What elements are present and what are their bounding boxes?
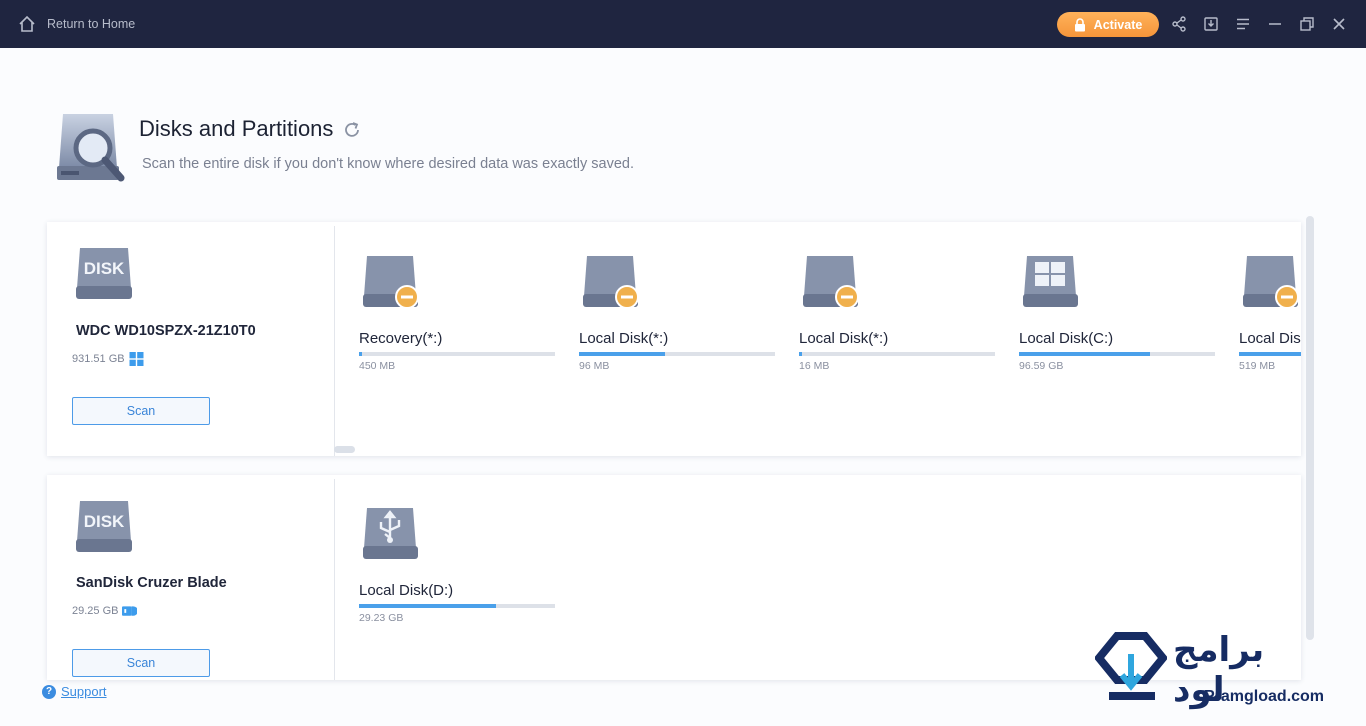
disk-name: SanDisk Cruzer Blade <box>76 575 227 591</box>
partition-size: 519 MB <box>1239 360 1276 372</box>
drive-minus-icon <box>363 256 419 309</box>
disk-icon: DISK <box>76 248 132 299</box>
page-subtitle: Scan the entire disk if you don't know w… <box>142 156 635 172</box>
disk-size: 931.51 GB <box>72 352 144 366</box>
activate-button[interactable]: Activate <box>1057 12 1159 37</box>
partition-name: Local Disk(C:) <box>1019 330 1114 347</box>
usb-badge-icon <box>122 606 138 616</box>
home-icon <box>19 15 35 32</box>
disk-size-value: 931.51 GB <box>72 353 125 365</box>
usage-bar-fill <box>1239 352 1301 356</box>
partition-size: 29.23 GB <box>359 612 404 624</box>
return-home-button[interactable]: Return to Home <box>18 14 135 34</box>
activate-label: Activate <box>1093 17 1143 32</box>
refresh-icon[interactable] <box>342 120 362 140</box>
usage-bar-fill <box>799 352 802 356</box>
close-icon[interactable] <box>1329 14 1349 34</box>
return-home-label: Return to Home <box>47 17 136 31</box>
partition-size: 450 MB <box>359 360 396 372</box>
usb-drive-icon <box>363 508 418 559</box>
partition-item[interactable]: Local Disk(C:) 96.59 GB <box>1019 252 1215 392</box>
drive-minus-icon <box>1243 256 1299 309</box>
minimize-icon[interactable] <box>1265 14 1285 34</box>
partition-name: Local Disk(*:) <box>1239 330 1301 347</box>
usage-bar-fill <box>579 352 665 356</box>
scan-button[interactable]: Scan <box>72 397 210 425</box>
partition-item[interactable]: Recovery(*:) 450 MB <box>359 252 555 392</box>
usage-bar <box>359 352 555 356</box>
usage-bar <box>1239 352 1301 356</box>
share-icon[interactable] <box>1169 14 1189 34</box>
partition-name: Local Disk(D:) <box>359 582 454 599</box>
vertical-scrollbar[interactable] <box>1306 216 1314 640</box>
partition-size: 96.59 GB <box>1019 360 1064 372</box>
page-title: Disks and Partitions <box>139 116 334 141</box>
usage-bar-fill <box>359 352 362 356</box>
disk-search-icon <box>57 114 125 182</box>
drive-minus-icon <box>803 256 859 309</box>
disk-size-value: 29.25 GB <box>72 605 119 617</box>
scan-button[interactable]: Scan <box>72 649 210 677</box>
disk-name: WDC WD10SPZX-21Z10T0 <box>76 323 256 339</box>
disk-panel: DISK WDC WD10SPZX-21Z10T0 931.51 GB Scan… <box>47 222 1301 456</box>
lock-icon <box>1074 17 1085 31</box>
partition-name: Recovery(*:) <box>359 330 443 347</box>
watermark-logo-icon <box>1095 632 1167 700</box>
partition-list: Recovery(*:) 450 MB Local Disk(*:) 96 MB Loc… <box>335 222 1301 456</box>
windows-drive-icon <box>1023 256 1078 307</box>
help-icon: ? <box>42 684 56 699</box>
partition-item[interactable]: Local Disk(*:) 16 MB <box>799 252 995 392</box>
disk-icon: DISK <box>76 501 132 552</box>
menu-icon[interactable] <box>1233 14 1253 34</box>
partition-size: 16 MB <box>799 360 830 372</box>
horizontal-scrollbar[interactable] <box>334 446 355 453</box>
restore-icon[interactable] <box>1297 14 1317 34</box>
disk-art-label: DISK <box>84 259 125 278</box>
watermark: برامج لود Pramgload.com <box>1095 630 1324 710</box>
usage-bar <box>1019 352 1215 356</box>
usage-bar-fill <box>359 604 496 608</box>
windows-icon <box>129 352 144 366</box>
partition-name: Local Disk(*:) <box>579 330 669 347</box>
usage-bar-fill <box>1019 352 1150 356</box>
title-bar: Return to Home Activate <box>0 0 1366 48</box>
support-link[interactable]: ? Support <box>42 684 107 699</box>
partition-item[interactable]: Local Disk(*:) 519 MB <box>1239 252 1301 392</box>
drive-minus-icon <box>583 256 639 309</box>
download-icon[interactable] <box>1201 14 1221 34</box>
disk-size: 29.25 GB <box>72 604 138 618</box>
partition-item[interactable]: Local Disk(D:) 29.23 GB <box>359 504 555 644</box>
partition-item[interactable]: Local Disk(*:) 96 MB <box>579 252 775 392</box>
watermark-latin: Pramgload.com <box>1204 688 1325 705</box>
disk-art-label: DISK <box>84 512 125 531</box>
usage-bar <box>579 352 775 356</box>
partition-size: 96 MB <box>579 360 610 372</box>
usage-bar <box>799 352 995 356</box>
partition-name: Local Disk(*:) <box>799 330 889 347</box>
usage-bar <box>359 604 555 608</box>
support-label: Support <box>61 684 107 699</box>
